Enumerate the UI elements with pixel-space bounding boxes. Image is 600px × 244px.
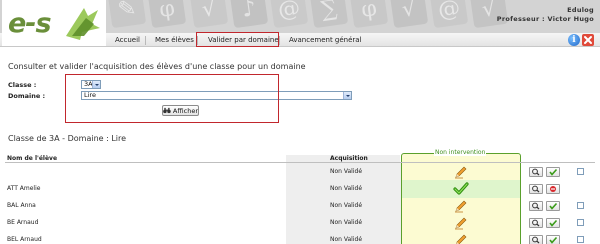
validate-button[interactable] [546, 167, 560, 177]
nav-my-students[interactable]: Mes élèves [155, 35, 194, 45]
teacher-name: Professeur : Victor Hugo [496, 15, 594, 23]
bg-tile-icon: ∑ [309, 0, 349, 29]
unvalidate-button[interactable] [546, 184, 560, 194]
nav-separator [279, 36, 280, 45]
table-row: BE Arnaud Non Validé [5, 214, 595, 232]
app-logo[interactable]: e-s [2, 0, 106, 46]
table-row: ATT Amelie Non Validé [5, 180, 595, 198]
check-icon [549, 219, 558, 227]
domain-label: Domaine : [8, 92, 46, 100]
magnifier-icon [532, 202, 540, 210]
student-name: BE Arnaud [7, 219, 39, 226]
column-acquisition: Acquisition [330, 155, 368, 162]
validate-button[interactable] [546, 235, 560, 244]
active-tab-highlight [196, 32, 279, 47]
acquisition-status: Non Validé [330, 168, 363, 175]
column-student-name: Nom de l'élève [7, 155, 58, 162]
bg-tile-icon: ✎ [107, 0, 147, 29]
user-info: Edulog Professeur : Victor Hugo [497, 6, 594, 24]
table-header: Nom de l'élève Acquisition [5, 155, 595, 163]
pencil-icon[interactable] [454, 165, 468, 179]
pencil-icon[interactable] [454, 199, 468, 213]
view-button[interactable] [529, 235, 543, 244]
nav-overall-progress[interactable]: Avancement général [289, 35, 362, 45]
bg-tile-icon: √ [189, 0, 229, 29]
acquisition-status: Non Validé [330, 236, 363, 243]
close-icon[interactable] [582, 34, 594, 46]
check-icon [549, 202, 558, 210]
bg-tile-icon: φ [147, 0, 187, 29]
validated-check-icon[interactable] [453, 181, 469, 196]
view-button[interactable] [529, 218, 543, 228]
magnifier-icon [532, 168, 540, 176]
logo-text: e-s [8, 7, 52, 39]
results-title: Classe de 3A - Domaine : Lire [8, 134, 127, 143]
validate-button[interactable] [546, 218, 560, 228]
pencil-icon[interactable] [454, 233, 468, 244]
student-name: BAL Anna [7, 202, 36, 209]
acquisition-status: Non Validé [330, 185, 363, 192]
student-name: BEL Arnaud [7, 236, 42, 243]
check-icon [549, 168, 558, 176]
table-row: BAL Anna Non Validé [5, 197, 595, 215]
row-checkbox[interactable] [577, 168, 584, 175]
bg-tile-icon: @ [429, 0, 469, 29]
row-checkbox[interactable] [577, 202, 584, 209]
student-name: ATT Amelie [7, 185, 41, 192]
row-checkbox[interactable] [577, 219, 584, 226]
view-button[interactable] [529, 167, 543, 177]
magnifier-icon [532, 185, 540, 193]
table-row: BEL Arnaud Non Validé [5, 231, 595, 244]
view-button[interactable] [529, 201, 543, 211]
logo-arrows-icon [66, 8, 100, 40]
bg-tile-icon: @ [269, 0, 309, 29]
bg-tile-icon: √ [389, 0, 429, 29]
acquisition-status: Non Validé [330, 202, 363, 209]
bg-tile-icon: φ [349, 0, 389, 29]
view-button[interactable] [529, 184, 543, 194]
class-label: Classe : [8, 81, 37, 89]
nav-home[interactable]: Accueil [115, 35, 140, 45]
validate-button[interactable] [546, 201, 560, 211]
nav-separator [145, 36, 146, 45]
magnifier-icon [532, 219, 540, 227]
check-icon [549, 236, 558, 244]
pencil-icon[interactable] [454, 216, 468, 230]
table-row: Non Validé [5, 163, 595, 181]
form-highlight-frame [65, 74, 279, 123]
app-name: Edulog [567, 6, 594, 14]
bg-tile-icon: ♪ [229, 0, 269, 29]
magnifier-icon [532, 236, 540, 244]
stop-icon [550, 186, 556, 192]
row-checkbox[interactable] [577, 236, 584, 243]
help-icon[interactable]: i [568, 34, 580, 46]
chevron-down-icon[interactable] [343, 92, 351, 99]
page-title: Consulter et valider l'acquisition des é… [8, 62, 306, 71]
acquisition-status: Non Validé [330, 219, 363, 226]
